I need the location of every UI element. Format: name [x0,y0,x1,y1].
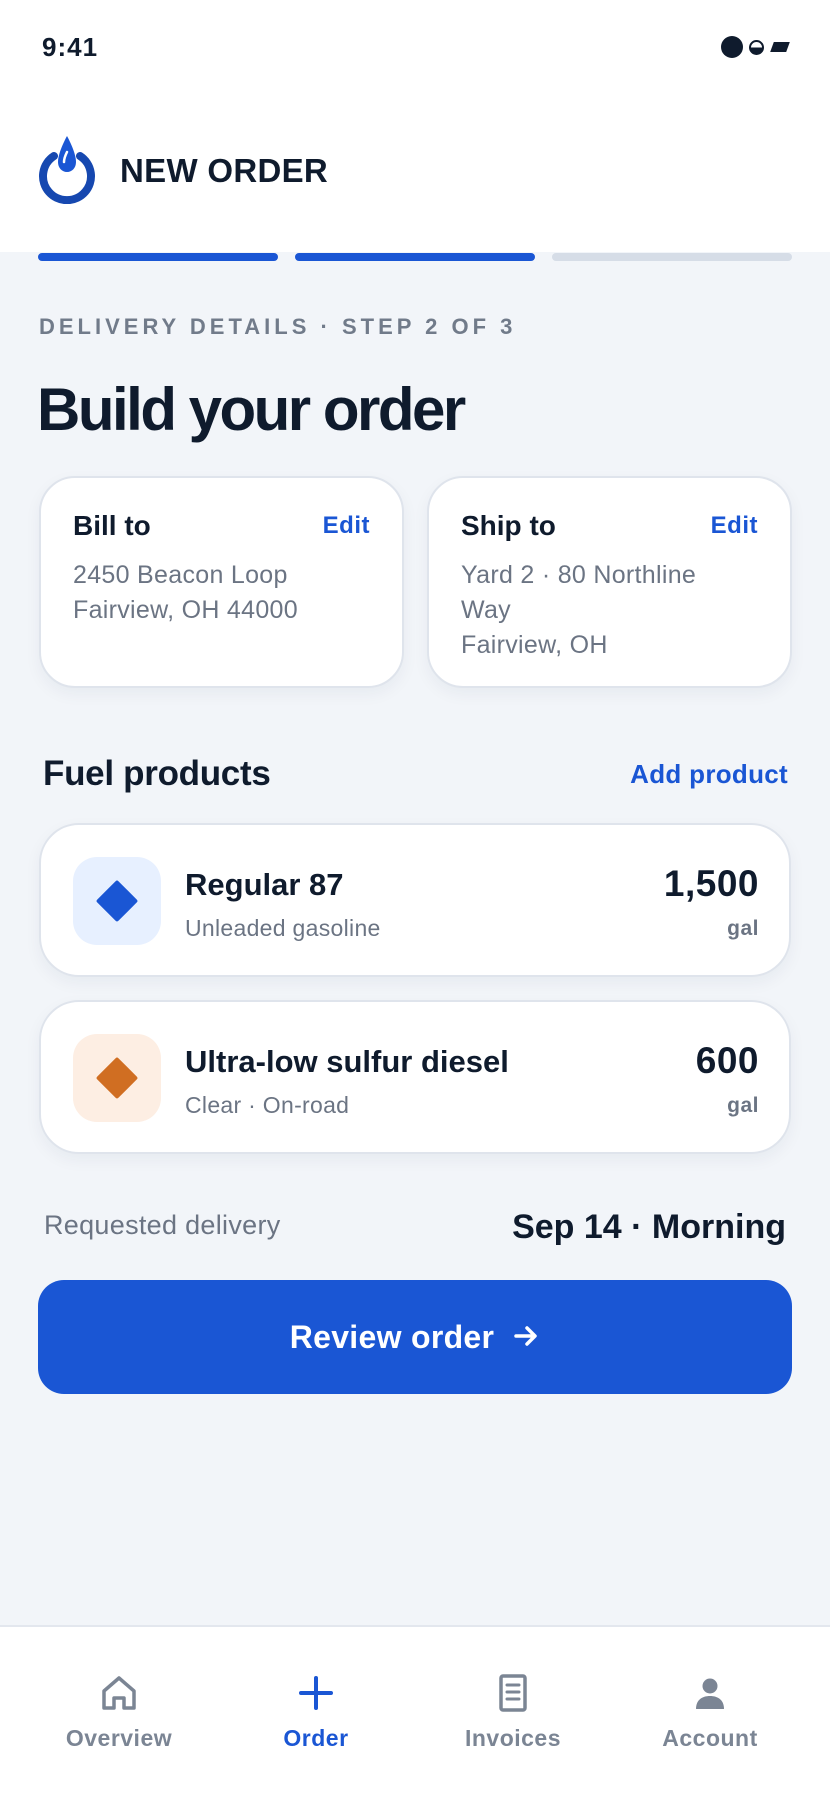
droplet-power-icon [36,132,98,209]
page-title: Build your order [37,376,466,443]
product-icon-tile [73,1034,161,1122]
tab-label: Invoices [464,1725,562,1751]
page-header-title: NEW ORDER [120,151,329,189]
wifi-icon [749,39,764,55]
product-quantity: 600 [695,1040,759,1081]
tab-order[interactable]: Order [221,1671,411,1752]
product-name: Ultra-low sulfur diesel [185,1044,509,1079]
status-time: 9:41 [42,32,99,62]
header-area: 9:41 NEW ORDER [0,0,830,252]
bill-to-edit-link[interactable]: Edit [323,512,370,540]
document-icon [491,1671,535,1715]
review-order-label: Review order [289,1318,495,1355]
bottom-tab-bar: Overview Order Invoices Account [0,1625,830,1800]
ship-to-card: Ship to Edit Yard 2 · 80 Northline Way F… [427,476,792,688]
section-title: Fuel products [43,754,271,793]
product-card-diesel[interactable]: Ultra-low sulfur diesel Clear · On-road … [39,1000,791,1154]
product-card-regular-87[interactable]: Regular 87 Unleaded gasoline 1,500 gal [39,823,791,977]
add-product-link[interactable]: Add product [630,759,788,790]
battery-icon [770,42,790,52]
bill-to-card: Bill to Edit 2450 Beacon Loop Fairview, … [39,476,404,688]
product-name: Regular 87 [185,867,344,902]
product-unit: gal [727,1094,759,1117]
address-line: Way [461,596,511,624]
address-line: Fairview, OH 44000 [73,596,298,624]
address-line: Fairview, OH [461,631,608,659]
product-icon-tile [73,857,161,945]
tab-label: Overview [65,1725,173,1751]
ship-to-title: Ship to [461,510,556,541]
step-progress [38,253,792,261]
bill-to-title: Bill to [73,510,151,541]
plus-icon [294,1671,338,1715]
brand: NEW ORDER [36,132,328,209]
tab-label: Order [283,1725,349,1751]
signal-icon [721,36,743,58]
progress-segment-3 [552,253,792,261]
product-quantity: 1,500 [663,863,759,904]
product-description: Clear · On-road [185,1092,350,1118]
product-unit: gal [727,917,759,940]
person-icon [688,1671,732,1715]
arrow-right-icon [512,1322,540,1353]
tab-account[interactable]: Account [615,1671,805,1752]
product-description: Unleaded gasoline [185,915,381,941]
diamond-icon [95,1056,139,1100]
requested-delivery-label: Requested delivery [44,1210,281,1240]
address-line: 2450 Beacon Loop [73,561,288,589]
step-label: DELIVERY DETAILS · STEP 2 OF 3 [39,314,517,339]
tab-label: Account [662,1725,758,1751]
ship-to-address: Yard 2 · 80 Northline Way Fairview, OH [461,558,762,663]
tab-overview[interactable]: Overview [24,1671,214,1752]
tab-invoices[interactable]: Invoices [418,1671,608,1752]
bill-to-address: 2450 Beacon Loop Fairview, OH 44000 [73,558,374,628]
ship-to-edit-link[interactable]: Edit [711,512,758,540]
home-icon [97,1671,141,1715]
progress-segment-2 [295,253,535,261]
status-icons [721,36,790,58]
progress-segment-1 [38,253,278,261]
review-order-button[interactable]: Review order [38,1280,792,1394]
fuel-products-header: Fuel products Add product [43,754,788,794]
requested-delivery-value[interactable]: Sep 14 · Morning [512,1208,786,1247]
address-line: Yard 2 · 80 Northline [461,561,697,589]
diamond-icon [95,879,139,923]
